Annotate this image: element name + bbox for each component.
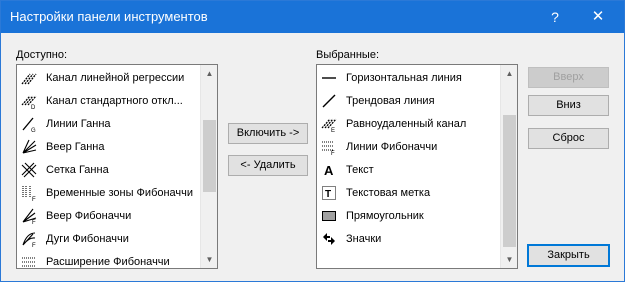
list-item-label: Горизонтальная линия	[346, 72, 462, 84]
list-item[interactable]: Сетка Ганна	[21, 159, 109, 181]
fibonacci-arcs-icon: F	[21, 231, 37, 247]
move-up-button[interactable]: Вверх	[528, 67, 609, 88]
list-item-label: Трендовая линия	[346, 95, 435, 107]
list-item-label: Текстовая метка	[346, 187, 431, 199]
text-label-icon: T	[321, 185, 337, 201]
list-item-label: Равноудаленный канал	[346, 118, 467, 130]
list-item-label: Текст	[346, 164, 374, 176]
include-button[interactable]: Включить ->	[228, 123, 308, 144]
list-item-label: Веер Фибоначчи	[46, 210, 132, 222]
list-item[interactable]: F Временные зоны Фибоначчи	[21, 182, 193, 204]
list-item-label: Значки	[346, 233, 382, 245]
scroll-down-arrow-icon[interactable]: ▼	[201, 251, 217, 268]
linear-regression-channel-icon	[21, 70, 37, 86]
list-item-label: Дуги Фибоначчи	[46, 233, 129, 245]
equidistant-channel-icon: E	[321, 116, 337, 132]
svg-text:F: F	[32, 197, 36, 201]
available-list[interactable]: Канал линейной регрессии D Канал стандар…	[16, 64, 218, 269]
window-title: Настройки панели инструментов	[10, 9, 208, 24]
fibonacci-expansion-icon	[21, 254, 37, 268]
text-icon: A	[321, 162, 337, 178]
help-button[interactable]: ?	[536, 1, 574, 33]
available-scrollbar[interactable]: ▲ ▼	[200, 65, 217, 268]
list-item-label: Прямоугольник	[346, 210, 424, 222]
fibonacci-fan-icon: F	[21, 208, 37, 224]
fibonacci-time-zones-icon: F	[21, 185, 37, 201]
list-item-label: Сетка Ганна	[46, 164, 109, 176]
list-item[interactable]: Прямоугольник	[321, 205, 424, 227]
list-item[interactable]: Канал линейной регрессии	[21, 67, 184, 89]
gann-grid-icon	[21, 162, 37, 178]
list-item[interactable]: Расширение Фибоначчи	[21, 251, 170, 268]
list-item[interactable]: E Равноудаленный канал	[321, 113, 466, 135]
list-item[interactable]: F Дуги Фибоначчи	[21, 228, 129, 250]
svg-text:F: F	[331, 151, 335, 155]
svg-text:F: F	[32, 220, 36, 224]
svg-text:T: T	[325, 189, 331, 200]
svg-text:D: D	[31, 105, 36, 109]
std-deviation-channel-icon: D	[21, 93, 37, 109]
arrows-icon	[321, 231, 337, 247]
list-item[interactable]: G Линии Ганна	[21, 113, 111, 135]
list-item[interactable]: D Канал стандартного откл...	[21, 90, 183, 112]
list-item-label: Канал линейной регрессии	[46, 72, 185, 84]
toolbar-settings-dialog: Настройки панели инструментов ? ✕ Доступ…	[0, 0, 625, 282]
list-item[interactable]: T Текстовая метка	[321, 182, 430, 204]
list-item[interactable]: F Линии Фибоначчи	[321, 136, 437, 158]
list-item-label: Расширение Фибоначчи	[46, 256, 170, 268]
remove-button[interactable]: <- Удалить	[228, 155, 308, 176]
list-item[interactable]: F Веер Фибоначчи	[21, 205, 131, 227]
available-label: Доступно:	[16, 49, 68, 61]
svg-text:A: A	[324, 163, 334, 178]
scroll-thumb[interactable]	[503, 115, 516, 247]
fibonacci-lines-icon: F	[321, 139, 337, 155]
scroll-up-arrow-icon[interactable]: ▲	[201, 65, 217, 82]
close-window-button[interactable]: ✕	[579, 1, 617, 33]
selected-label: Выбранные:	[316, 49, 380, 61]
horizontal-line-icon	[321, 70, 337, 86]
close-button[interactable]: Закрыть	[527, 244, 610, 267]
list-item-label: Веер Ганна	[46, 141, 105, 153]
list-item[interactable]: Значки	[321, 228, 381, 250]
list-item[interactable]: Горизонтальная линия	[321, 67, 462, 89]
reset-button[interactable]: Сброс	[528, 128, 609, 149]
move-down-button[interactable]: Вниз	[528, 95, 609, 116]
selected-list[interactable]: Горизонтальная линия Трендовая линия E Р…	[316, 64, 518, 269]
list-item[interactable]: Веер Ганна	[21, 136, 104, 158]
gann-fan-icon	[21, 139, 37, 155]
svg-text:G: G	[31, 128, 36, 132]
scroll-down-arrow-icon[interactable]: ▼	[501, 251, 517, 268]
list-item-label: Временные зоны Фибоначчи	[46, 187, 194, 199]
list-item[interactable]: Трендовая линия	[321, 90, 435, 112]
list-item-label: Линии Ганна	[46, 118, 111, 130]
scroll-up-arrow-icon[interactable]: ▲	[501, 65, 517, 82]
list-item[interactable]: A Текст	[321, 159, 374, 181]
scroll-thumb[interactable]	[203, 120, 216, 192]
title-bar: Настройки панели инструментов ? ✕	[1, 1, 624, 33]
gann-lines-icon: G	[21, 116, 37, 132]
list-item-label: Линии Фибоначчи	[346, 141, 438, 153]
svg-text:F: F	[32, 243, 36, 247]
trend-line-icon	[321, 93, 337, 109]
list-item-label: Канал стандартного откл...	[46, 95, 183, 107]
rectangle-icon	[321, 208, 337, 224]
selected-scrollbar[interactable]: ▲ ▼	[500, 65, 517, 268]
svg-text:E: E	[331, 128, 335, 132]
